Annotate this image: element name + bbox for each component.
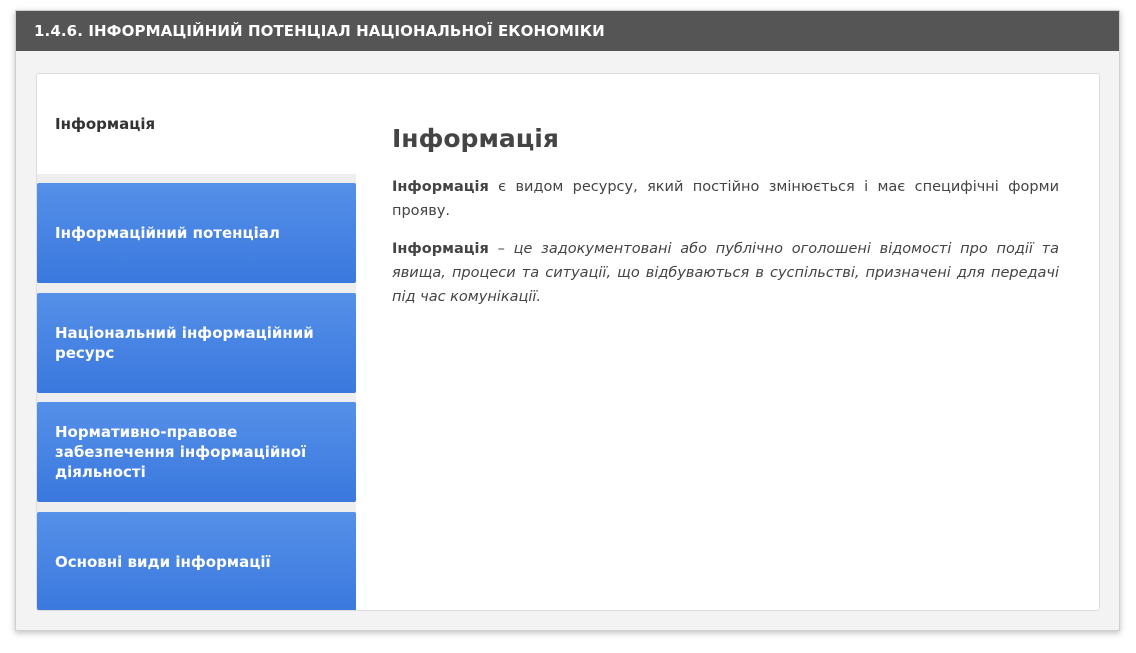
- paragraph-text-italic: – це задокументовані або публічно оголош…: [392, 241, 1059, 305]
- tab-label: Основні види інформації: [55, 553, 271, 571]
- page-title: 1.4.6. ІНФОРМАЦІЙНИЙ ПОТЕНЦІАЛ НАЦІОНАЛЬ…: [16, 11, 1119, 51]
- content-paragraph-2: Інформація – це задокументовані або публ…: [392, 237, 1059, 309]
- term-bold: Інформація: [392, 241, 489, 257]
- tab-label: Нормативно-правове забезпечення інформац…: [55, 423, 307, 481]
- tab-natsionalnyi-resurs[interactable]: Національний інформаційний ресурс: [37, 293, 356, 393]
- tab-osnovni-vydy[interactable]: Основні види інформації: [37, 512, 356, 610]
- term-bold: Інформація: [392, 179, 489, 195]
- tab-list: Інформація Інформаційний потенціал Націо…: [37, 74, 358, 610]
- content-paragraph-1: Інформація є видом ресурсу, який постійн…: [392, 175, 1059, 223]
- tab-label: Інформація: [55, 115, 156, 133]
- tab-normatyvno-pravove[interactable]: Нормативно-правове забезпечення інформац…: [37, 402, 356, 502]
- tab-informatsiinyi-potentsial[interactable]: Інформаційний потенціал: [37, 183, 356, 283]
- tab-label: Інформаційний потенціал: [55, 224, 280, 242]
- tab-label: Національний інформаційний ресурс: [55, 324, 314, 362]
- tab-content: Інформація Інформація є видом ресурсу, я…: [357, 74, 1099, 610]
- paragraph-text: є видом ресурсу, який постійно змінюєтьс…: [392, 179, 1059, 219]
- module-window: 1.4.6. ІНФОРМАЦІЙНИЙ ПОТЕНЦІАЛ НАЦІОНАЛЬ…: [15, 10, 1120, 631]
- content-heading: Інформація: [392, 124, 559, 153]
- tabbed-panel: Інформація Інформаційний потенціал Націо…: [36, 73, 1100, 611]
- tab-informatsiia[interactable]: Інформація: [37, 74, 358, 174]
